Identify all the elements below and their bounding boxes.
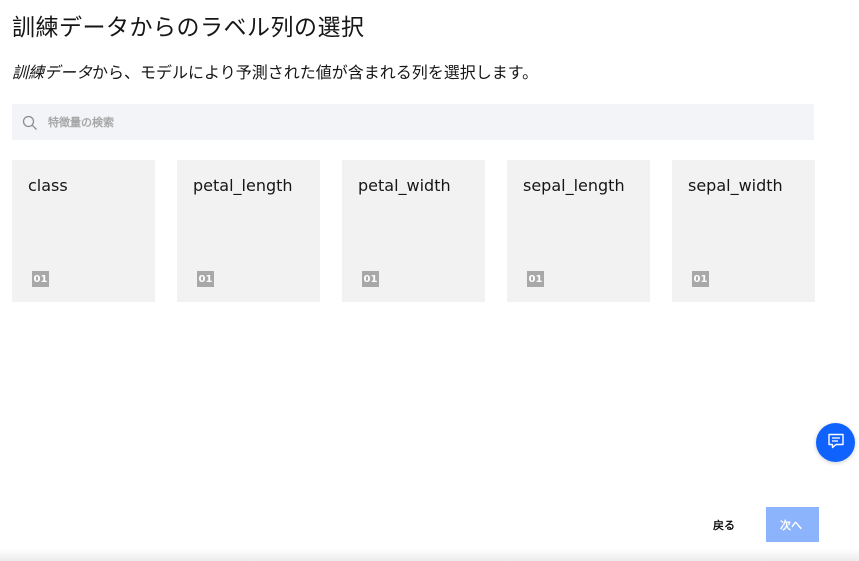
footer-shadow [0,549,859,561]
column-card-sepal-length[interactable]: sepal_length 01 [507,160,650,302]
numeric-type-badge: 01 [197,271,214,287]
search-icon [22,115,38,131]
search-bar[interactable] [12,104,814,140]
column-card-petal-length[interactable]: petal_length 01 [177,160,320,302]
search-input[interactable] [48,104,788,140]
chat-icon [827,432,845,454]
chat-button[interactable] [816,423,855,462]
page-description: 訓練データから、モデルにより予測された値が含まれる列を選択します。 [12,59,538,83]
column-card-label: petal_length [193,176,293,195]
column-card-list: class 01 petal_length 01 petal_width 01 … [12,160,837,302]
column-card-label: sepal_length [523,176,625,195]
page-title: 訓練データからのラベル列の選択 [12,15,365,41]
next-button[interactable]: 次へ [766,507,819,542]
back-button[interactable]: 戻る [704,507,744,542]
column-card-label: sepal_width [688,176,783,195]
description-emphasis: 訓練データ [12,63,93,82]
numeric-type-badge: 01 [32,271,49,287]
column-card-sepal-width[interactable]: sepal_width 01 [672,160,815,302]
description-text: から、モデルにより予測された値が含まれる列を選択します。 [92,63,539,82]
column-card-label: class [28,176,68,195]
column-card-class[interactable]: class 01 [12,160,155,302]
column-card-label: petal_width [358,176,451,195]
numeric-type-badge: 01 [362,271,379,287]
numeric-type-badge: 01 [527,271,544,287]
column-card-petal-width[interactable]: petal_width 01 [342,160,485,302]
numeric-type-badge: 01 [692,271,709,287]
